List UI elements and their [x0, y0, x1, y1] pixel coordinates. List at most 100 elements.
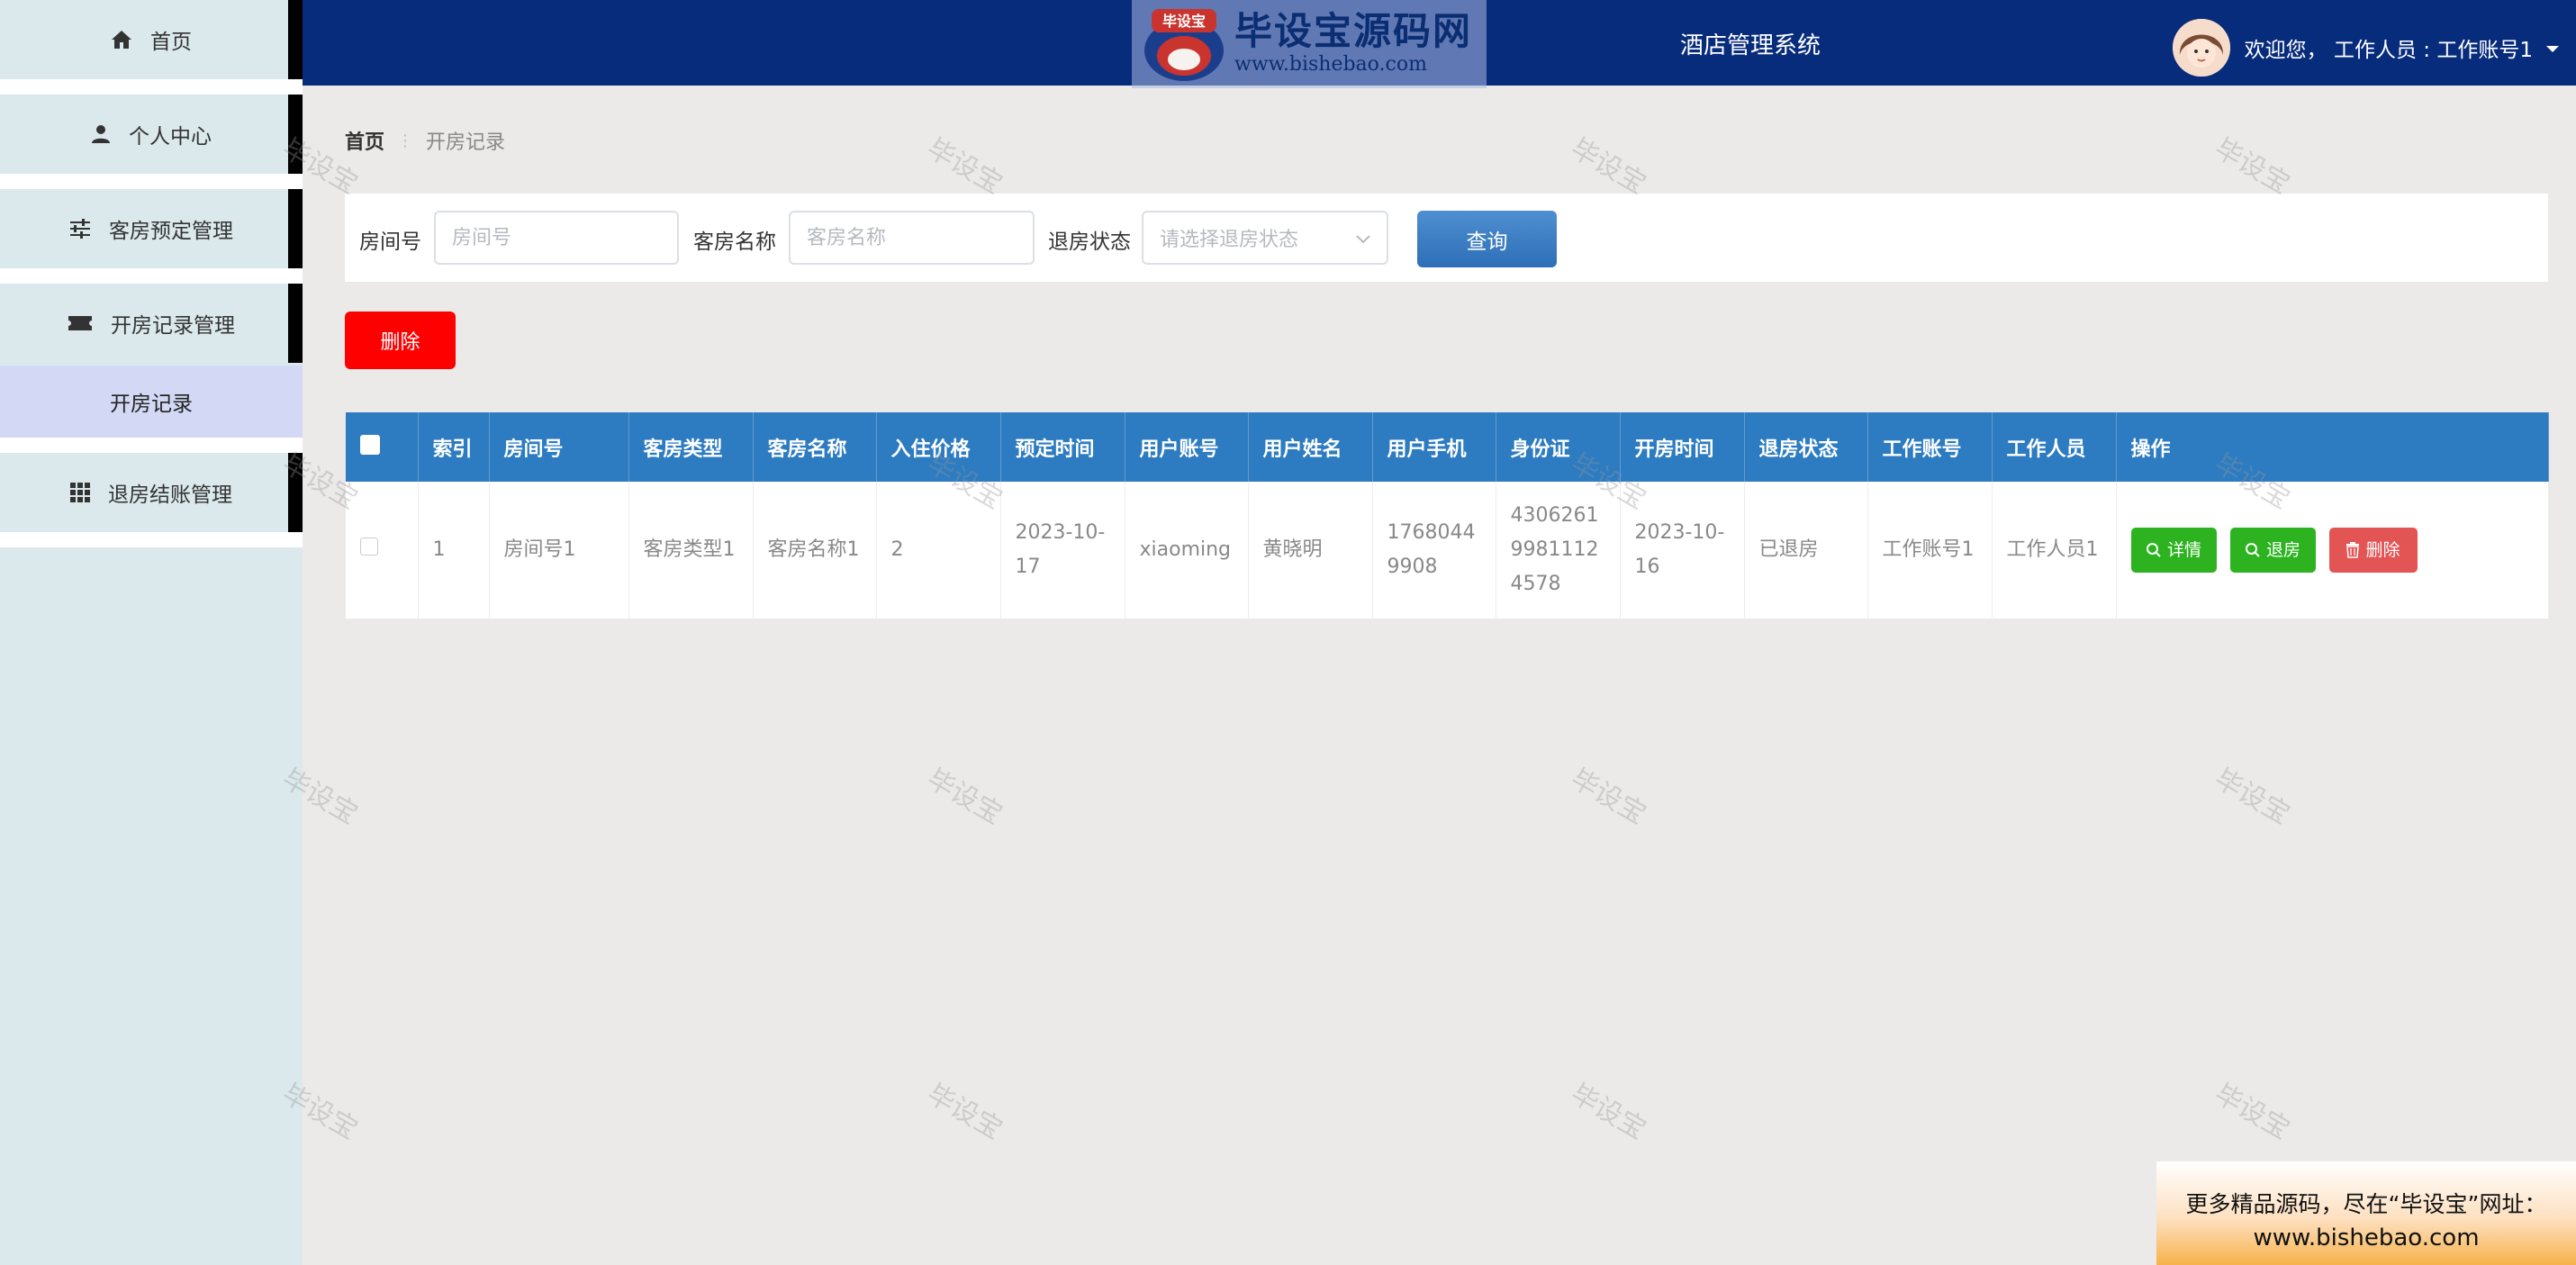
watermark-text: 毕设宝	[921, 1078, 1008, 1146]
records-table: 索引 房间号 客房类型 客房名称 入住价格 预定时间 用户账号 用户姓名 用户手…	[346, 412, 2549, 619]
watermark-text: 毕设宝	[1565, 1078, 1651, 1146]
room-no-input[interactable]	[434, 211, 679, 265]
room-name-input[interactable]	[789, 211, 1035, 265]
sidebar-edge	[288, 0, 303, 79]
cell-price: 2	[876, 482, 1001, 619]
breadcrumb: 首页 ⋮ 开房记录	[345, 126, 505, 155]
column-header: 用户手机	[1372, 412, 1496, 482]
cell-index: 1	[418, 482, 490, 619]
watermark-text: 毕设宝	[921, 132, 1008, 201]
cell-id-card: 430626199811124578	[1496, 482, 1621, 619]
cell-open-time: 2023-10-16	[1620, 482, 1745, 619]
detail-button-label: 详情	[2166, 539, 2201, 560]
ticket-icon	[68, 314, 93, 332]
home-icon	[111, 30, 132, 50]
sidebar-item-label: 个人中心	[129, 125, 212, 149]
room-name-label: 客房名称	[693, 230, 776, 254]
checkout-status-select[interactable]: 请选择退房状态	[1142, 211, 1388, 265]
column-header: 客房名称	[753, 412, 877, 482]
column-header: 开房时间	[1620, 412, 1745, 482]
watermark-text: 毕设宝	[1565, 132, 1651, 201]
sidebar-item-label: 退房结账管理	[108, 483, 232, 507]
query-button[interactable]: 查询	[1417, 211, 1557, 267]
divider	[0, 79, 303, 95]
sidebar-subitem-label: 开房记录	[110, 393, 193, 416]
cell-staff-account: 工作账号1	[1867, 482, 1993, 619]
column-header: 工作人员	[1992, 412, 2117, 482]
checkout-button[interactable]: 退房	[2229, 527, 2316, 573]
sidebar-item-home[interactable]: 首页	[0, 0, 303, 79]
table-row: 1 房间号1 客房类型1 客房名称1 2 2023-10-17 xiaoming…	[346, 482, 2549, 619]
sidebar-item-label: 开房记录管理	[111, 314, 235, 338]
divider	[0, 532, 303, 547]
column-header: 用户账号	[1125, 412, 1249, 482]
search-panel: 房间号 客房名称 退房状态 请选择退房状态 查询	[345, 194, 2548, 282]
cell-user-account: xiaoming	[1125, 482, 1249, 619]
column-header: 用户姓名	[1248, 412, 1373, 482]
column-header: 预定时间	[1000, 412, 1125, 482]
watermark-text: 毕设宝	[2209, 132, 2295, 201]
system-title: 酒店管理系统	[1680, 32, 1821, 59]
welcome-text: 欢迎您， 工作人员 : 工作账号1	[2244, 39, 2533, 62]
promo-line-1: 更多精品源码，尽在“毕设宝”网址：	[2185, 1191, 2547, 1217]
column-header: 操作	[2116, 412, 2549, 482]
select-all-checkbox[interactable]	[360, 434, 380, 455]
cell-room-name: 客房名称1	[753, 482, 877, 619]
column-header: 退房状态	[1744, 412, 1868, 482]
sidebar-edge	[288, 453, 303, 532]
divider	[0, 174, 303, 189]
logo-emblem-icon: 毕设宝	[1144, 9, 1224, 81]
search-icon	[2245, 542, 2260, 557]
avatar[interactable]	[2172, 19, 2230, 77]
sidebar: 首页 个人中心 客房预定管理 开房记录管理 开房记录 退房结账管理	[0, 0, 303, 1265]
watermark-text: 毕设宝	[1565, 763, 1651, 831]
grid-icon	[70, 483, 90, 502]
row-checkbox[interactable]	[360, 537, 378, 556]
sidebar-item-booking[interactable]: 客房预定管理	[0, 189, 303, 268]
cell-user-name: 黄晓明	[1248, 482, 1373, 619]
cell-book-time: 2023-10-17	[1000, 482, 1125, 619]
chevron-down-icon[interactable]	[2545, 36, 2560, 59]
delete-button[interactable]: 删除	[345, 312, 456, 369]
detail-button[interactable]: 详情	[2130, 527, 2217, 573]
breadcrumb-home[interactable]: 首页	[345, 126, 384, 155]
watermark-text: 毕设宝	[2209, 1078, 2295, 1146]
sidebar-item-profile[interactable]: 个人中心	[0, 95, 303, 174]
sidebar-edge	[288, 284, 303, 363]
sidebar-item-checkin-records[interactable]: 开房记录管理	[0, 284, 303, 363]
table-header-row: 索引 房间号 客房类型 客房名称 入住价格 预定时间 用户账号 用户姓名 用户手…	[346, 412, 2549, 482]
chevron-down-icon	[1356, 227, 1370, 249]
column-header: 身份证	[1496, 412, 1621, 482]
sidebar-item-checkout[interactable]: 退房结账管理	[0, 453, 303, 532]
checkout-status-label: 退房状态	[1048, 230, 1131, 254]
divider	[0, 268, 303, 284]
row-delete-button[interactable]: 删除	[2328, 527, 2418, 573]
watermark-text: 毕设宝	[2209, 763, 2295, 831]
select-placeholder: 请选择退房状态	[1160, 229, 1299, 251]
promo-banner[interactable]: 更多精品源码，尽在“毕设宝”网址： www.bishebao.com	[2156, 1161, 2576, 1265]
search-icon	[2146, 542, 2161, 557]
user-menu[interactable]: 欢迎您， 工作人员 : 工作账号1	[2172, 18, 2560, 77]
sliders-icon	[69, 219, 91, 239]
logo-text: 毕设宝源码网	[1234, 9, 1473, 53]
divider	[0, 438, 303, 453]
logo-url: www.bishebao.com	[1234, 53, 1427, 76]
promo-line-2: www.bishebao.com	[2253, 1224, 2480, 1251]
cell-checkout-status: 已退房	[1744, 482, 1868, 619]
cell-staff-name: 工作人员1	[1992, 482, 2117, 619]
sidebar-edge	[288, 95, 303, 174]
breadcrumb-current: 开房记录	[426, 131, 506, 154]
column-header: 房间号	[489, 412, 629, 482]
sidebar-edge	[288, 189, 303, 268]
logo-badge-text: 毕设宝	[1162, 13, 1206, 30]
sidebar-item-label: 客房预定管理	[109, 220, 233, 243]
cell-user-phone: 17680449908	[1372, 482, 1496, 619]
column-header: 客房类型	[628, 412, 754, 482]
column-header: 索引	[418, 412, 490, 482]
sidebar-subitem-checkin-record[interactable]: 开房记录	[0, 366, 303, 438]
watermark-logo: 毕设宝 毕设宝源码网 www.bishebao.com	[1132, 0, 1487, 88]
breadcrumb-separator-icon: ⋮	[397, 131, 414, 150]
trash-icon	[2346, 541, 2360, 558]
column-header: 入住价格	[876, 412, 1001, 482]
sidebar-item-label: 首页	[150, 31, 192, 54]
